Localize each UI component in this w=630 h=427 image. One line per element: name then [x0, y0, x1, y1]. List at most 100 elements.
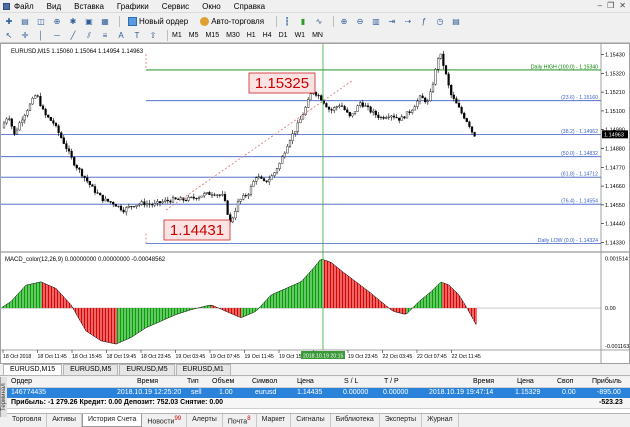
tab-mailbox[interactable]: Почта8: [223, 414, 257, 427]
text-icon[interactable]: A: [115, 30, 127, 42]
timeframe-w1[interactable]: W1: [295, 32, 306, 39]
vertical-line-icon[interactable]: │: [35, 30, 47, 42]
market-watch-icon[interactable]: ◫: [35, 15, 47, 27]
crosshair-icon[interactable]: ✛: [19, 30, 31, 42]
tab-exposure[interactable]: Активы: [47, 414, 82, 427]
candle-body: [450, 85, 453, 96]
close-icon[interactable]: ✕: [619, 1, 626, 10]
fibonacci-icon[interactable]: ≡: [99, 30, 111, 42]
chart-window[interactable]: Daily HIGH (100.0) - 1.15340 (23.6) - 1.1…: [0, 43, 630, 364]
timeframe-m30[interactable]: M30: [226, 32, 240, 39]
tab-journal[interactable]: Журнал: [422, 414, 459, 427]
menu-help[interactable]: Справка: [234, 2, 265, 11]
col-symbol[interactable]: Символ: [252, 378, 277, 385]
tab-account-history[interactable]: История Счета: [81, 414, 143, 427]
tile-windows-icon[interactable]: ▥: [370, 15, 382, 27]
menu-charts[interactable]: Графики: [117, 2, 149, 11]
indicators-icon[interactable]: ƒ: [418, 15, 430, 27]
autotrading-button[interactable]: Авто-торговля: [196, 15, 268, 28]
current-price-label: 1.14963: [604, 132, 624, 138]
candle-body: [125, 207, 128, 213]
tab-market[interactable]: Маркет: [257, 414, 292, 427]
chart-tab-eurusd-m5[interactable]: EURUSD,M5: [63, 364, 119, 375]
cursor-icon[interactable]: ↖: [3, 30, 15, 42]
col-type[interactable]: Тип: [187, 378, 199, 385]
chart-shift-icon[interactable]: ⇥: [386, 15, 398, 27]
tab-signals[interactable]: Сигналы: [291, 414, 331, 427]
zoom-in-icon[interactable]: ⊕: [338, 15, 350, 27]
new-chart-icon[interactable]: ✚: [3, 15, 15, 27]
autoscroll-icon[interactable]: ⇢: [402, 15, 414, 27]
timeframe-mn[interactable]: MN: [312, 32, 323, 39]
profiles-icon[interactable]: ▤: [19, 15, 31, 27]
col-close-time[interactable]: Время: [473, 378, 494, 385]
candle-body: [75, 165, 78, 169]
trendline-icon[interactable]: ╱: [67, 30, 79, 42]
col-sl[interactable]: S / L: [344, 378, 358, 385]
order-type: sell: [191, 389, 202, 396]
timeframe-m5[interactable]: M5: [189, 32, 199, 39]
price-chart[interactable]: Daily HIGH (100.0) - 1.15340 (23.6) - 1.1…: [1, 44, 629, 363]
macd-axis-label: -0.001163: [605, 344, 629, 350]
menu-window[interactable]: Окно: [202, 2, 221, 11]
col-price[interactable]: Цена: [297, 378, 314, 385]
tab-trade[interactable]: Торговля: [7, 414, 48, 427]
col-swap[interactable]: Своп: [557, 378, 573, 385]
candle-body: [395, 117, 398, 119]
col-volume[interactable]: Объем: [212, 378, 234, 385]
templates-icon[interactable]: ▤: [450, 15, 462, 27]
chart-window-icon[interactable]: [3, 3, 10, 10]
price-axis-label: 1.14880: [605, 147, 625, 153]
channel-icon[interactable]: ⫽: [83, 30, 95, 42]
timeframe-m15[interactable]: M15: [205, 32, 219, 39]
timeframe-m1[interactable]: M1: [172, 32, 182, 39]
candle-body: [60, 132, 63, 138]
horizontal-line-icon[interactable]: ─: [51, 30, 63, 42]
candle-body: [208, 192, 211, 195]
candle-body: [291, 133, 294, 141]
candle-body: [343, 106, 346, 111]
menu-tools[interactable]: Сервис: [162, 2, 189, 11]
candle-body: [187, 196, 190, 201]
col-tp[interactable]: T / P: [384, 378, 399, 385]
candle-body: [366, 105, 370, 108]
tab-news[interactable]: Новости99: [142, 414, 188, 427]
menu-insert[interactable]: Вставка: [74, 2, 104, 11]
tab-library[interactable]: Библиотека: [331, 414, 380, 427]
timeframe-h4[interactable]: H4: [263, 32, 272, 39]
candle-body: [361, 102, 364, 107]
tab-experts[interactable]: Эксперты: [380, 414, 423, 427]
col-profit[interactable]: Прибыль: [592, 378, 622, 385]
zoom-out-icon[interactable]: ⊖: [354, 15, 366, 27]
navigator-icon[interactable]: ✱: [67, 15, 79, 27]
line-chart-icon[interactable]: ∿: [313, 15, 325, 27]
col-order[interactable]: Ордер: [11, 378, 32, 385]
candle-body: [273, 172, 276, 177]
terminal-side-label[interactable]: Терминал: [0, 377, 7, 417]
candlestick-icon[interactable]: ▮: [297, 15, 309, 27]
timeframe-d1[interactable]: D1: [279, 32, 288, 39]
candle-body: [234, 211, 237, 219]
data-window-icon[interactable]: ⊕: [51, 15, 63, 27]
tester-icon[interactable]: ▦: [99, 15, 111, 27]
candle-body: [171, 197, 175, 203]
new-order-button[interactable]: Новый ордер: [124, 15, 192, 28]
menu-view[interactable]: Вид: [47, 2, 61, 11]
restore-icon[interactable]: ❐: [607, 1, 614, 10]
timeframe-h1[interactable]: H1: [247, 32, 256, 39]
col-close-price[interactable]: Цена: [517, 378, 534, 385]
terminal-icon[interactable]: ▣: [83, 15, 95, 27]
bar-chart-icon[interactable]: ┇: [281, 15, 293, 27]
col-time[interactable]: Время: [137, 378, 158, 385]
table-row[interactable]: 146774435 2018.10.19 12:25:20 sell 1.00 …: [7, 388, 630, 398]
chart-tab-eurusd-m1[interactable]: EURUSD,M1: [175, 364, 231, 375]
tab-alerts[interactable]: Алерты: [187, 414, 223, 427]
chart-tab-eurusd-m15[interactable]: EURUSD,M15: [3, 364, 63, 375]
menu-file[interactable]: Файл: [14, 2, 34, 11]
chart-tab-eurusd-m5-2[interactable]: EURUSD,M5: [119, 364, 175, 375]
periods-icon[interactable]: ◷: [434, 15, 446, 27]
label-icon[interactable]: T: [131, 30, 143, 42]
arrows-icon[interactable]: ⇧: [147, 30, 159, 42]
candle-body: [463, 112, 466, 119]
minimize-icon[interactable]: –: [598, 1, 602, 10]
